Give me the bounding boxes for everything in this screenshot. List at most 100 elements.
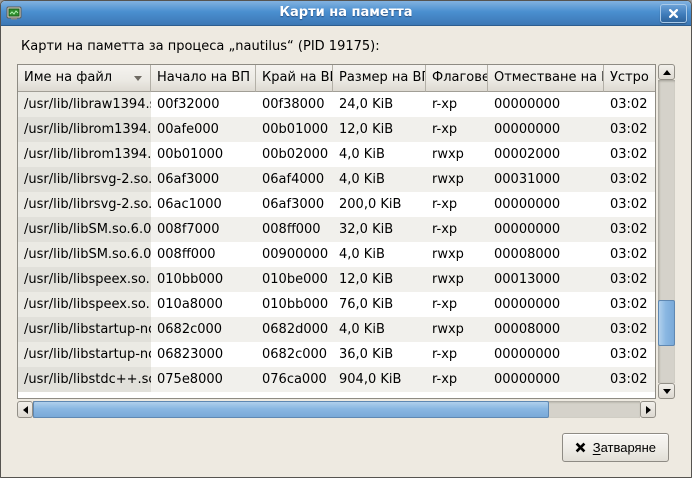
table-row[interactable]: /usr/lib/librsvg-2.so.206ac100006af30002… [18,192,655,217]
table-cell: 010bb000 [151,267,256,292]
table-cell: 904,0 KiB [333,367,426,392]
column-header-vm-end[interactable]: Край на ВП [256,65,333,92]
memory-maps-dialog: Карти на паметта Карти на паметта за про… [0,0,692,478]
table-body: /usr/lib/libraw1394.so00f3200000f3800024… [18,92,655,392]
arrow-left-icon [23,406,28,414]
memory-maps-table: Име на файл Начало на ВП Край на ВП Разм… [17,64,675,418]
table-cell: 010be000 [256,267,333,292]
dialog-content: Карти на паметта за процеса „nautilus“ (… [1,39,691,462]
scroll-down-button[interactable] [658,383,675,399]
table-cell: 03:02 [604,342,655,367]
table-cell: r-xp [426,117,488,142]
action-area: Затваряне [17,433,675,462]
table-cell: 03:02 [604,242,655,267]
table-cell: 00000000 [488,92,604,117]
vertical-scrollbar[interactable] [658,64,675,399]
table-frame: Име на файл Начало на ВП Край на ВП Разм… [17,64,656,399]
table-cell: /usr/lib/libSM.so.6.0.0 [18,242,151,267]
table-cell: /usr/lib/libspeex.so.1 [18,292,151,317]
table-cell: 076ca000 [256,367,333,392]
arrow-right-icon [646,406,651,414]
table-row[interactable]: /usr/lib/libstartup-not0682c0000682d0004… [18,317,655,342]
table-cell: 00000000 [488,292,604,317]
table-cell: 00013000 [488,267,604,292]
table-cell: 008ff000 [151,242,256,267]
window-close-button[interactable] [660,4,687,23]
table-cell: 4,0 KiB [333,242,426,267]
table-cell: 00000000 [488,367,604,392]
table-cell: 03:02 [604,292,655,317]
table-cell: 200,0 KiB [333,192,426,217]
vertical-scroll-thumb[interactable] [658,300,675,346]
table-cell: /usr/lib/libSM.so.6.0.0 [18,217,151,242]
table-cell: 03:02 [604,167,655,192]
table-cell: r-xp [426,92,488,117]
table-cell: 00000000 [488,342,604,367]
table-cell: 03:02 [604,117,655,142]
table-cell: 24,0 KiB [333,92,426,117]
table-row[interactable]: /usr/lib/libraw1394.so00f3200000f3800024… [18,92,655,117]
table-cell: 00b01000 [151,142,256,167]
table-row[interactable]: /usr/lib/libstartup-not068230000682c0003… [18,342,655,367]
table-cell: /usr/lib/libstartup-not [18,342,151,367]
table-cell: 00b02000 [256,142,333,167]
table-row[interactable]: /usr/lib/libSM.so.6.0.0008f7000008ff0003… [18,217,655,242]
table-row[interactable]: /usr/lib/librom1394.so00afe00000b0100012… [18,117,655,142]
process-label: Карти на паметта за процеса „nautilus“ (… [21,39,675,55]
horizontal-scrollbar[interactable] [17,401,656,418]
table-cell: 4,0 KiB [333,142,426,167]
column-header-device[interactable]: Устро [604,65,655,92]
close-dialog-button[interactable]: Затваряне [562,433,669,462]
table-cell: r-xp [426,367,488,392]
table-cell: 06823000 [151,342,256,367]
scroll-left-button[interactable] [17,401,33,418]
table-cell: 0682c000 [151,317,256,342]
table-row[interactable]: /usr/lib/libspeex.so.1010a8000010bb00076… [18,292,655,317]
table-cell: 00008000 [488,317,604,342]
close-button-label: Затваряне [593,440,656,455]
table-header: Име на файл Начало на ВП Край на ВП Разм… [18,65,655,92]
table-cell: 00000000 [488,117,604,142]
table-row[interactable]: /usr/lib/libspeex.so.1010bb000010be00012… [18,267,655,292]
table-cell: /usr/lib/libstdc++.so. [18,367,151,392]
scroll-right-button[interactable] [640,401,656,418]
table-cell: r-xp [426,342,488,367]
table-cell: 008f7000 [151,217,256,242]
table-cell: 06af4000 [256,167,333,192]
table-cell: 0682c000 [256,342,333,367]
table-cell: r-xp [426,217,488,242]
window-title: Карти на паметта [1,1,691,25]
table-cell: 03:02 [604,217,655,242]
column-header-vm-offset[interactable]: Отместване на ВП [488,65,604,92]
column-header-vm-size[interactable]: Размер на ВП [333,65,426,92]
horizontal-scroll-thumb[interactable] [33,401,549,418]
table-row[interactable]: /usr/lib/librom1394.so00b0100000b020004,… [18,142,655,167]
table-cell: /usr/lib/libspeex.so.1 [18,267,151,292]
arrow-up-icon [663,70,671,75]
table-cell: 4,0 KiB [333,317,426,342]
table-cell: /usr/lib/libraw1394.so [18,92,151,117]
table-row[interactable]: /usr/lib/librsvg-2.so.206af300006af40004… [18,167,655,192]
table-cell: 03:02 [604,92,655,117]
scrollbar-corner [658,401,675,418]
table-cell: 00f38000 [256,92,333,117]
table-row[interactable]: /usr/lib/libSM.so.6.0.0008ff000009000004… [18,242,655,267]
table-cell: 00000000 [488,217,604,242]
table-cell: 06af3000 [151,167,256,192]
column-header-vm-start[interactable]: Начало на ВП [151,65,256,92]
scroll-up-button[interactable] [658,64,675,80]
table-cell: /usr/lib/libstartup-not [18,317,151,342]
horizontal-scroll-track[interactable] [33,401,640,418]
table-cell: 00000000 [488,192,604,217]
vertical-scroll-track[interactable] [658,80,675,383]
table-cell: 00031000 [488,167,604,192]
column-header-flags[interactable]: Флагове [426,65,488,92]
table-cell: rwxp [426,142,488,167]
table-cell: 03:02 [604,367,655,392]
close-icon [669,9,678,18]
titlebar[interactable]: Карти на паметта [1,1,691,26]
table-cell: 010a8000 [151,292,256,317]
table-cell: /usr/lib/librsvg-2.so.2 [18,167,151,192]
column-header-filename[interactable]: Име на файл [18,65,151,92]
table-row[interactable]: /usr/lib/libstdc++.so.075e8000076ca00090… [18,367,655,392]
